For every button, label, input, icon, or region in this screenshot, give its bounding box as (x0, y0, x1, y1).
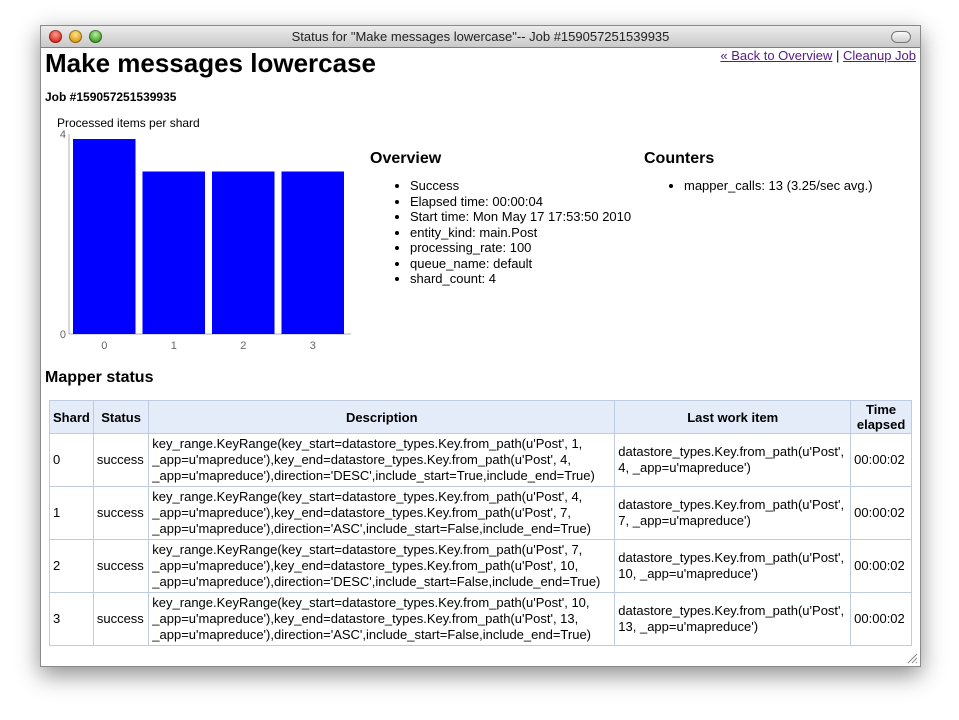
description-cell: key_range.KeyRange(key_start=datastore_t… (148, 592, 616, 646)
overview-heading: Overview (370, 150, 442, 167)
mapper-status-table: Shard Status Description Last work item … (49, 400, 912, 646)
y-tick-label: 4 (60, 129, 66, 141)
column-header-shard: Shard (49, 400, 94, 434)
link-separator: | (835, 48, 840, 63)
counters-item: mapper_calls: 13 (3.25/sec avg.) (684, 178, 904, 194)
last-work-item-cell: datastore_types.Key.from_path(u'Post', 7… (614, 486, 852, 540)
counters-section: Counters mapper_calls: 13 (3.25/sec avg.… (644, 150, 904, 194)
description-cell: key_range.KeyRange(key_start=datastore_t… (148, 486, 616, 540)
description-cell: key_range.KeyRange(key_start=datastore_t… (148, 433, 616, 487)
window-title: Status for "Make messages lowercase"-- J… (291, 29, 670, 44)
table-row: 2 success key_range.KeyRange(key_start=dat… (49, 539, 912, 593)
status-cell: success (92, 433, 150, 487)
column-header-time-elapsed: Time elapsed (850, 400, 912, 434)
mapper-status-heading: Mapper status (45, 369, 154, 386)
toolbar-toggle-icon[interactable] (891, 31, 911, 43)
cleanup-job-link[interactable]: Cleanup Job (843, 48, 916, 63)
shard-cell: 3 (49, 592, 94, 646)
back-to-overview-link[interactable]: « Back to Overview (720, 48, 832, 63)
overview-item: shard_count: 4 (410, 271, 640, 287)
bar-shard-2 (212, 171, 275, 334)
last-work-item-cell: datastore_types.Key.from_path(u'Post', 4… (614, 433, 852, 487)
overview-item: Elapsed time: 00:00:04 (410, 194, 640, 210)
x-tick-label: 1 (171, 340, 177, 352)
page-content: « Back to Overview | Cleanup Job Make me… (41, 48, 920, 666)
top-links: « Back to Overview | Cleanup Job (720, 48, 916, 63)
time-elapsed-cell: 00:00:02 (850, 486, 912, 540)
resize-grip-icon[interactable] (907, 653, 918, 664)
mapper-table-body: 0 success key_range.KeyRange(key_start=dat… (49, 433, 912, 646)
overview-section: Overview SuccessElapsed time: 00:00:04St… (370, 150, 640, 287)
chart-title: Processed items per shard (57, 116, 200, 130)
bar-shard-3 (281, 171, 344, 334)
last-work-item-cell: datastore_types.Key.from_path(u'Post', 1… (614, 539, 852, 593)
processed-items-chart: Processed items per shard 0 4 0 1 2 3 (51, 112, 371, 357)
chart-plot-area: 0 4 0 1 2 3 (60, 129, 351, 352)
overview-item: Success (410, 178, 640, 194)
time-elapsed-cell: 00:00:02 (850, 592, 912, 646)
column-header-status: Status (92, 400, 150, 434)
time-elapsed-cell: 00:00:02 (850, 433, 912, 487)
status-cell: success (92, 539, 150, 593)
overview-item: processing_rate: 100 (410, 240, 640, 256)
title-bar[interactable]: Status for "Make messages lowercase"-- J… (41, 26, 920, 48)
overview-item: Start time: Mon May 17 17:53:50 2010 (410, 209, 640, 225)
browser-window: Status for "Make messages lowercase"-- J… (40, 25, 921, 667)
table-header-row: Shard Status Description Last work item … (49, 400, 912, 434)
status-cell: success (92, 486, 150, 540)
counters-heading: Counters (644, 150, 715, 167)
shard-cell: 0 (49, 433, 94, 487)
overview-list: SuccessElapsed time: 00:00:04Start time:… (370, 178, 640, 287)
last-work-item-cell: datastore_types.Key.from_path(u'Post', 1… (614, 592, 852, 646)
overview-item: entity_kind: main.Post (410, 225, 640, 241)
counters-list: mapper_calls: 13 (3.25/sec avg.) (644, 178, 904, 194)
table-row: 0 success key_range.KeyRange(key_start=dat… (49, 433, 912, 487)
column-header-last-work-item: Last work item (614, 400, 852, 434)
x-tick-label: 0 (101, 340, 107, 352)
job-id: Job #159057251539935 (45, 90, 177, 104)
bar-shard-1 (142, 171, 205, 334)
time-elapsed-cell: 00:00:02 (850, 539, 912, 593)
x-tick-label: 3 (310, 340, 316, 352)
table-row: 3 success key_range.KeyRange(key_start=dat… (49, 592, 912, 646)
chart-svg: Processed items per shard 0 4 0 1 2 3 (57, 116, 351, 352)
bar-shard-0 (73, 139, 136, 334)
column-header-description: Description (148, 400, 616, 434)
description-cell: key_range.KeyRange(key_start=datastore_t… (148, 539, 616, 593)
x-tick-label: 2 (240, 340, 246, 352)
table-row: 1 success key_range.KeyRange(key_start=dat… (49, 486, 912, 540)
y-tick-label: 0 (60, 329, 66, 341)
status-cell: success (92, 592, 150, 646)
page-title: Make messages lowercase (45, 48, 376, 78)
shard-cell: 1 (49, 486, 94, 540)
overview-item: queue_name: default (410, 256, 640, 272)
shard-cell: 2 (49, 539, 94, 593)
